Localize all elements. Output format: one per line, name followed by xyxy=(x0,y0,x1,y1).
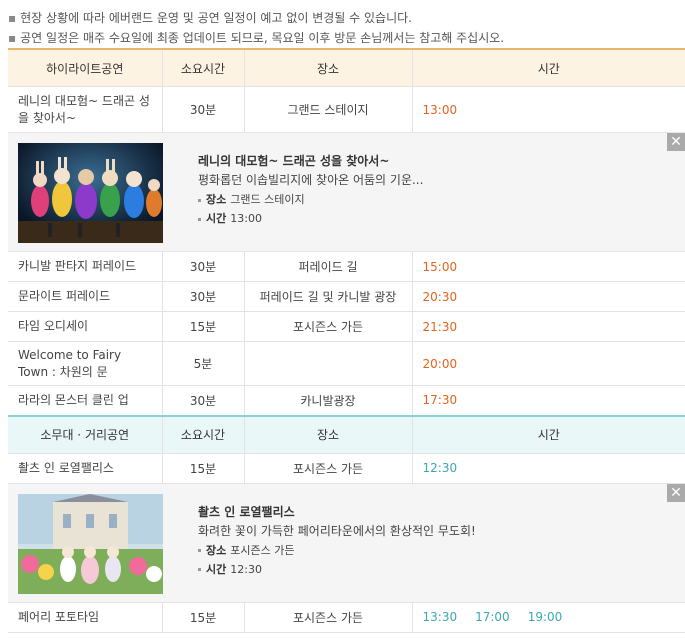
header-time: 시간 xyxy=(412,414,685,454)
detail-description: 화려한 꽃이 가득한 페어리타운에서의 환상적인 무도회! xyxy=(198,523,476,538)
show-place: 카니발광장 xyxy=(244,385,413,416)
header-place: 장소 xyxy=(244,414,413,454)
show-name[interactable]: 촬츠 인 로열팰리스 xyxy=(8,453,163,484)
show-name[interactable]: Welcome to Fairy Town : 차원의 문 xyxy=(8,341,163,386)
show-name[interactable]: 카니발 판타지 퍼레이드 xyxy=(8,251,163,282)
table-row[interactable]: 레니의 대모험~ 드래곤 성을 찾아서~ 30분 그랜드 스테이지 13:00 xyxy=(8,86,685,133)
show-time: 20:30 xyxy=(412,281,685,312)
close-icon[interactable]: ✕ xyxy=(667,483,685,502)
highlight-header-row: 하이라이트공연 소요시간 장소 시간 xyxy=(8,48,685,87)
show-detail-panel: 촬츠 인 로열팰리스 화려한 꽃이 가득한 페어리타운에서의 환상적인 무도회!… xyxy=(8,483,685,603)
header-duration: 소요시간 xyxy=(162,48,245,87)
show-time: 13:30 17:00 19:00 xyxy=(412,602,685,633)
table-row[interactable]: 페어리 포토타임 15분 포시즌스 가든 13:30 17:00 19:00 xyxy=(8,602,685,633)
street-header-row: 소무대 · 거리공연 소요시간 장소 시간 xyxy=(8,414,685,454)
show-place: 퍼레이드 길 및 카니발 광장 xyxy=(244,281,413,312)
show-place xyxy=(244,341,413,386)
show-place: 포시즌스 가든 xyxy=(244,602,413,633)
show-duration: 30분 xyxy=(162,385,245,416)
detail-title: 촬츠 인 로열팰리스 xyxy=(198,504,295,519)
show-place: 퍼레이드 길 xyxy=(244,251,413,282)
show-name[interactable]: 타임 오디세이 xyxy=(8,311,163,342)
show-duration: 5분 xyxy=(162,341,245,386)
show-time: 21:30 xyxy=(412,311,685,342)
table-row[interactable]: 촬츠 인 로열팰리스 15분 포시즌스 가든 12:30 xyxy=(8,453,685,484)
bullet-icon: ▪ xyxy=(8,11,17,25)
bullet-icon xyxy=(198,568,201,571)
show-time: 20:00 xyxy=(412,341,685,386)
header-time: 시간 xyxy=(412,48,685,87)
detail-time: 시간 12:30 xyxy=(198,560,476,579)
show-name[interactable]: 페어리 포토타임 xyxy=(8,602,163,633)
close-icon[interactable]: ✕ xyxy=(667,133,685,151)
detail-row: 촬츠 인 로열팰리스 화려한 꽃이 가득한 페어리타운에서의 환상적인 무도회!… xyxy=(8,483,685,603)
notice-box: ▪ 현장 상황에 따라 에버랜드 운영 및 공연 일정이 예고 없이 변경될 수 … xyxy=(0,0,685,48)
detail-place: 장소 포시즌스 가든 xyxy=(198,541,476,560)
detail-text: 레니의 대모험~ 드래곤 성을 찾아서~ 평화롭던 이솝빌리지에 찾아온 어둠의… xyxy=(198,153,423,228)
bullet-icon: ▪ xyxy=(8,31,17,45)
notice-line: ▪ 현장 상황에 따라 에버랜드 운영 및 공연 일정이 예고 없이 변경될 수 … xyxy=(8,11,412,25)
schedule-table: 하이라이트공연 소요시간 장소 시간 레니의 대모험~ 드래곤 성을 찾아서~ … xyxy=(8,48,685,633)
detail-place: 장소 그랜드 스테이지 xyxy=(198,190,423,209)
show-duration: 15분 xyxy=(162,311,245,342)
show-name[interactable]: 레니의 대모험~ 드래곤 성을 찾아서~ xyxy=(8,86,163,133)
notice-line: ▪ 공연 일정은 매주 수요일에 최종 업데이트 되므로, 목요일 이후 방문 손… xyxy=(8,31,505,45)
detail-row: 레니의 대모험~ 드래곤 성을 찾아서~ 평화롭던 이솝빌리지에 찾아온 어둠의… xyxy=(8,132,685,252)
show-time: 17:30 xyxy=(412,385,685,416)
show-duration: 15분 xyxy=(162,453,245,484)
table-row[interactable]: Welcome to Fairy Town : 차원의 문 5분 20:00 xyxy=(8,341,685,386)
show-duration: 30분 xyxy=(162,281,245,312)
show-duration: 15분 xyxy=(162,602,245,633)
table-row[interactable]: 라라의 몬스터 클린 업 30분 카니발광장 17:30 xyxy=(8,385,685,416)
detail-title: 레니의 대모험~ 드래곤 성을 찾아서~ xyxy=(198,154,390,168)
show-time: 15:00 xyxy=(412,251,685,282)
bullet-icon xyxy=(198,549,201,552)
show-time: 13:00 xyxy=(412,86,685,133)
bullet-icon xyxy=(198,217,201,221)
show-detail-panel: 레니의 대모험~ 드래곤 성을 찾아서~ 평화롭던 이솝빌리지에 찾아온 어둠의… xyxy=(8,132,685,252)
header-place: 장소 xyxy=(244,48,413,87)
show-duration: 30분 xyxy=(162,86,245,133)
show-thumbnail xyxy=(18,493,163,594)
show-duration: 30분 xyxy=(162,251,245,282)
table-row[interactable]: 문라이트 퍼레이드 30분 퍼레이드 길 및 카니발 광장 20:30 xyxy=(8,281,685,312)
table-row[interactable]: 타임 오디세이 15분 포시즌스 가든 21:30 xyxy=(8,311,685,342)
show-time: 12:30 xyxy=(412,453,685,484)
header-duration: 소요시간 xyxy=(162,414,245,454)
show-place: 그랜드 스테이지 xyxy=(244,86,413,133)
detail-text: 촬츠 인 로열팰리스 화려한 꽃이 가득한 페어리타운에서의 환상적인 무도회!… xyxy=(198,504,476,579)
header-show: 하이라이트공연 xyxy=(8,48,163,87)
show-thumbnail xyxy=(18,143,163,243)
detail-time: 시간 13:00 xyxy=(198,209,423,228)
table-row[interactable]: 카니발 판타지 퍼레이드 30분 퍼레이드 길 15:00 xyxy=(8,251,685,282)
header-show: 소무대 · 거리공연 xyxy=(8,414,163,454)
show-name[interactable]: 문라이트 퍼레이드 xyxy=(8,281,163,312)
detail-description: 평화롭던 이솝빌리지에 찾아온 어둠의 기운... xyxy=(198,173,424,187)
show-place: 포시즌스 가든 xyxy=(244,453,413,484)
show-name[interactable]: 라라의 몬스터 클린 업 xyxy=(8,385,163,416)
bullet-icon xyxy=(198,198,201,202)
show-place: 포시즌스 가든 xyxy=(244,311,413,342)
